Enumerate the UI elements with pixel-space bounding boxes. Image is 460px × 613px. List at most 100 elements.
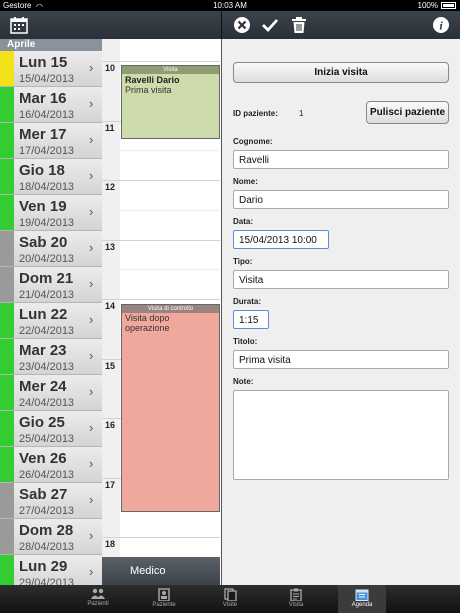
tab-visita[interactable]: Visita [272, 585, 320, 613]
tipo-label: Tipo: [233, 257, 253, 266]
day-row[interactable]: Ven 19 19/04/2013 › [0, 195, 102, 231]
clock: 10:03 AM [213, 1, 247, 10]
badge-icon [158, 588, 170, 601]
day-name: Mar 23 [19, 342, 67, 359]
calendar-icon[interactable] [10, 17, 28, 34]
hour-line: 14 [102, 299, 220, 311]
day-date: 21/04/2013 [19, 289, 75, 301]
day-row[interactable]: Mer 24 24/04/2013 › [0, 375, 102, 411]
tab-visite[interactable]: Visite [206, 585, 254, 613]
day-date: 17/04/2013 [19, 145, 75, 157]
day-row[interactable]: Dom 28 28/04/2013 › [0, 519, 102, 555]
day-row[interactable]: Sab 20 20/04/2013 › [0, 231, 102, 267]
day-name: Mer 24 [19, 378, 67, 395]
day-date: 16/04/2013 [19, 109, 75, 121]
durata-field[interactable]: 1:15 [233, 310, 269, 329]
chevron-right-icon: › [89, 312, 94, 327]
clear-patient-button[interactable]: Pulisci paziente [366, 101, 449, 124]
day-status-bar [0, 447, 14, 482]
day-row[interactable]: Lun 15 15/04/2013 › [0, 51, 102, 87]
day-date: 29/04/2013 [19, 577, 75, 585]
day-status-bar [0, 51, 14, 86]
hour-line: 12 [102, 180, 220, 192]
day-name: Mer 17 [19, 126, 67, 143]
patient-id-label: ID paziente: [233, 109, 278, 118]
day-status-bar [0, 375, 14, 410]
hour-label: 12 [105, 182, 116, 192]
day-status-bar [0, 159, 14, 194]
day-name: Ven 19 [19, 198, 67, 215]
event-visita-di-controllo[interactable]: Visita di controllo Visita dopo operazio… [121, 304, 220, 512]
titolo-field[interactable]: Prima visita [233, 350, 449, 369]
day-status-bar [0, 555, 14, 585]
trash-icon[interactable] [290, 16, 308, 34]
day-date: 20/04/2013 [19, 253, 75, 265]
nome-label: Nome: [233, 177, 258, 186]
note-textarea[interactable] [233, 390, 449, 480]
cognome-field[interactable]: Ravelli [233, 150, 449, 169]
day-name: Mar 16 [19, 90, 67, 107]
event-title: Ravelli Dario [125, 75, 180, 85]
tab-paziente[interactable]: Paziente [140, 585, 188, 613]
day-row[interactable]: Mer 17 17/04/2013 › [0, 123, 102, 159]
day-status-bar [0, 231, 14, 266]
cognome-label: Cognome: [233, 137, 273, 146]
info-icon[interactable]: i [432, 16, 450, 34]
day-date: 15/04/2013 [19, 73, 75, 85]
day-calendar-grid[interactable]: 10 11 12 13 14 15 16 17 18 Visita Ravelli Dario … [102, 39, 220, 557]
documents-icon [223, 588, 237, 601]
nome-field[interactable]: Dario [233, 190, 449, 209]
hour-label: 15 [105, 360, 116, 371]
medico-button[interactable]: Medico [102, 557, 220, 585]
hour-label: 17 [105, 479, 116, 490]
chevron-right-icon: › [89, 456, 94, 471]
day-status-bar [0, 87, 14, 122]
day-row[interactable]: Mar 23 23/04/2013 › [0, 339, 102, 375]
day-row[interactable]: Sab 27 27/04/2013 › [0, 483, 102, 519]
day-row[interactable]: Lun 22 22/04/2013 › [0, 303, 102, 339]
chevron-right-icon: › [89, 528, 94, 543]
event-type: Visita di controllo [122, 305, 219, 313]
day-row[interactable]: Lun 29 29/04/2013 › [0, 555, 102, 585]
day-row[interactable]: Gio 18 18/04/2013 › [0, 159, 102, 195]
hour-label: 18 [105, 539, 116, 549]
half-hour-line [120, 209, 220, 211]
tab-label: Paziente [152, 602, 176, 608]
day-row[interactable]: Ven 26 26/04/2013 › [0, 447, 102, 483]
day-name: Dom 21 [19, 270, 74, 287]
titolo-label: Titolo: [233, 337, 258, 346]
calendar-icon [355, 589, 369, 601]
hour-line: 13 [102, 239, 220, 252]
tab-label: Pazienti [87, 601, 109, 607]
day-list: Aprile Lun 15 15/04/2013 › Mar 16 16/04/2013… [0, 39, 102, 585]
close-circle-icon[interactable] [233, 16, 251, 34]
checkmark-icon[interactable] [261, 16, 279, 34]
clipboard-icon [290, 588, 302, 601]
battery-percent: 100% [417, 1, 438, 10]
hour-label: 13 [105, 241, 116, 252]
day-name: Lun 22 [19, 306, 68, 323]
hour-label: 11 [105, 122, 115, 133]
day-date: 18/04/2013 [19, 181, 75, 193]
date-field[interactable]: 15/04/2013 10:00 [233, 230, 329, 249]
day-date: 27/04/2013 [19, 505, 75, 517]
day-row[interactable]: Dom 21 21/04/2013 › [0, 267, 102, 303]
hour-label: 10 [105, 63, 116, 73]
event-visita[interactable]: Visita Ravelli Dario Prima visita [121, 65, 220, 139]
day-row[interactable]: Gio 25 25/04/2013 › [0, 411, 102, 447]
day-date: 22/04/2013 [19, 325, 75, 337]
tipo-field[interactable]: Visita [233, 270, 449, 289]
chevron-right-icon: › [89, 96, 94, 111]
tab-agenda[interactable]: Agenda [338, 585, 386, 613]
day-row[interactable]: Mar 16 16/04/2013 › [0, 87, 102, 123]
start-visit-button[interactable]: Inizia visita [233, 62, 449, 83]
day-status-bar [0, 195, 14, 230]
day-name: Lun 29 [19, 558, 68, 575]
day-name: Ven 26 [19, 450, 67, 467]
tab-pazienti[interactable]: Pazienti [74, 585, 122, 613]
event-subtitle: Visita dopo operazione [125, 313, 170, 333]
day-status-bar [0, 483, 14, 518]
hour-label: 16 [105, 420, 116, 430]
day-date: 26/04/2013 [19, 469, 75, 481]
day-name: Gio 18 [19, 162, 65, 179]
